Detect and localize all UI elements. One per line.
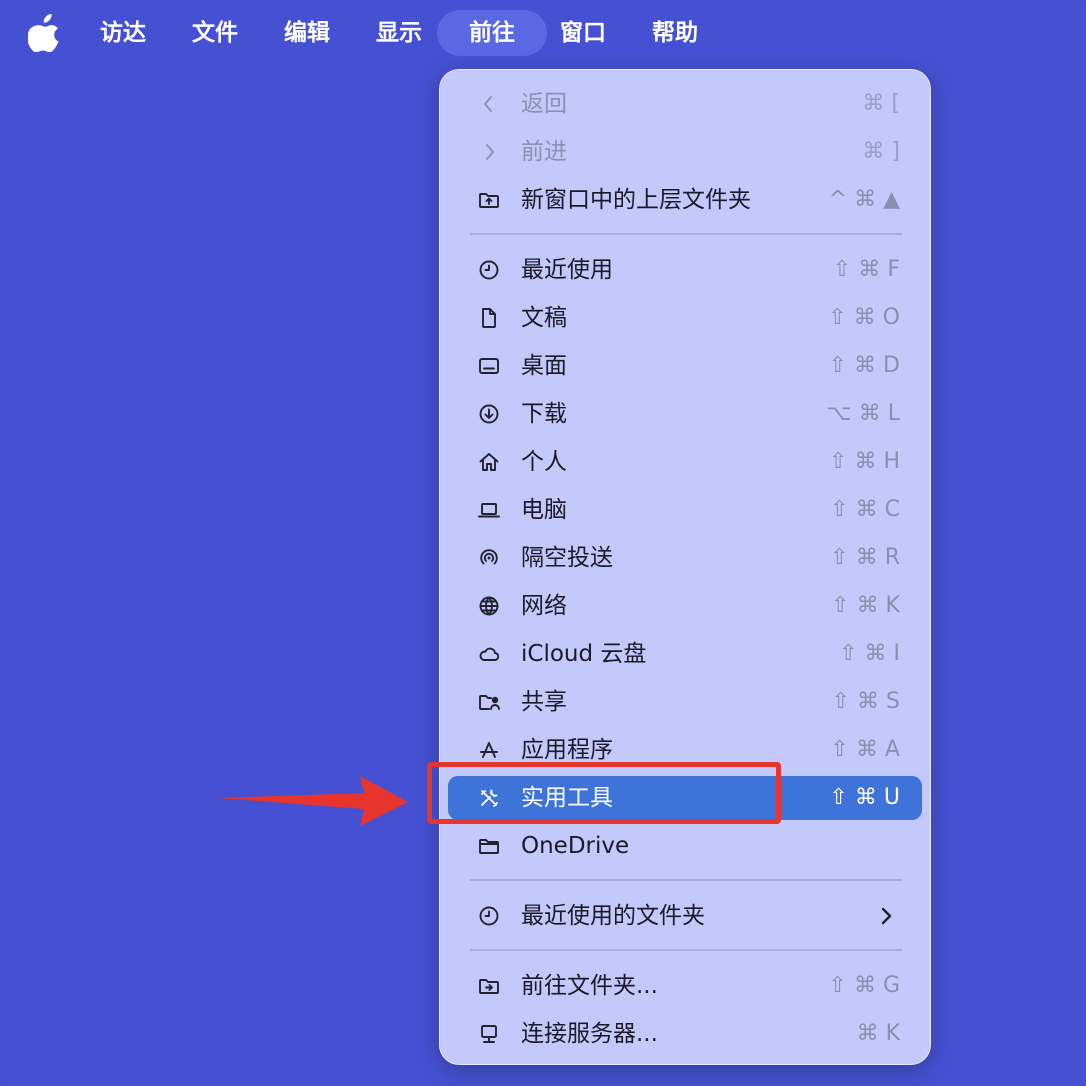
menu-item-shortcut: ⌘ ] [862, 139, 900, 164]
globe-icon [476, 593, 502, 619]
menu-item-label: 返回 [521, 91, 567, 117]
document-icon [476, 305, 502, 331]
menu-item-label: 电脑 [521, 497, 567, 523]
menu-item-shortcut: ⇧ ⌘ I [839, 641, 900, 666]
menu-item-shortcut: ⇧ ⌘ U [829, 785, 900, 810]
home-icon [476, 449, 502, 475]
menu-separator [470, 879, 902, 881]
menu-item[interactable]: 最近使用 ⇧ ⌘ F [448, 248, 922, 292]
menu-separator [470, 949, 902, 951]
menu-item-label: 最近使用的文件夹 [521, 903, 705, 929]
desktop-background: 访达 文件 编辑 显示 前往 窗口 帮助 返回 ⌘ [ 前进 ⌘ ] 新窗口中的上层文件夹 ^ ⌘ ▲… [0, 0, 1086, 1086]
menu-item-shortcut: ⌘ [ [862, 91, 900, 116]
menu-separator [470, 233, 902, 235]
menu-item-label: 前往文件夹... [521, 973, 658, 999]
menu-item-shortcut: ⌘ K [856, 1021, 900, 1046]
chevron-right-icon [476, 139, 502, 165]
menu-item: 返回 ⌘ [ [448, 82, 922, 126]
menu-item[interactable]: 隔空投送 ⇧ ⌘ R [448, 536, 922, 580]
menu-item-label: 下载 [521, 401, 567, 427]
cloud-icon [476, 641, 502, 667]
menu-item-shortcut: ⇧ ⌘ R [830, 545, 900, 570]
menu-item[interactable]: 前往文件夹... ⇧ ⌘ G [448, 964, 922, 1008]
laptop-icon [476, 497, 502, 523]
menu-help[interactable]: 帮助 [636, 10, 714, 56]
menu-item-label: 最近使用 [521, 257, 613, 283]
go-menu-dropdown: 返回 ⌘ [ 前进 ⌘ ] 新窗口中的上层文件夹 ^ ⌘ ▲ 最近使用 ⇧ ⌘ F 文稿 ⇧ ⌘ … [439, 69, 931, 1065]
airdrop-icon [476, 545, 502, 571]
menu-item-shortcut: ⇧ ⌘ G [828, 973, 900, 998]
shared-folder-icon [476, 689, 502, 715]
menu-item[interactable]: 电脑 ⇧ ⌘ C [448, 488, 922, 532]
menu-item-shortcut: ⇧ ⌘ C [830, 497, 900, 522]
menu-item-shortcut: ⇧ ⌘ A [830, 737, 900, 762]
applications-icon [476, 737, 502, 763]
go-folder-icon [476, 973, 502, 999]
menu-item-label: 网络 [521, 593, 567, 619]
download-icon [476, 401, 502, 427]
menu-finder[interactable]: 访达 [84, 10, 162, 56]
menu-item[interactable]: 个人 ⇧ ⌘ H [448, 440, 922, 484]
menu-item[interactable]: 新窗口中的上层文件夹 ^ ⌘ ▲ [448, 178, 922, 222]
menu-item[interactable]: 连接服务器... ⌘ K [448, 1012, 922, 1056]
menu-item[interactable]: 下载 ⌥ ⌘ L [448, 392, 922, 436]
menu-item-shortcut: ⇧ ⌘ K [831, 593, 900, 618]
menu-bar: 访达 文件 编辑 显示 前往 窗口 帮助 [0, 0, 1086, 66]
server-icon [476, 1021, 502, 1047]
menu-file[interactable]: 文件 [176, 10, 254, 56]
menu-item[interactable]: 共享 ⇧ ⌘ S [448, 680, 922, 724]
menu-item[interactable]: 文稿 ⇧ ⌘ O [448, 296, 922, 340]
menu-item-shortcut: ⇧ ⌘ H [829, 449, 900, 474]
menu-go[interactable]: 前往 [437, 10, 547, 56]
menu-item-shortcut: ⇧ ⌘ O [828, 305, 900, 330]
menu-item-label: 隔空投送 [521, 545, 613, 571]
menu-item-label: 前进 [521, 139, 567, 165]
menu-view[interactable]: 显示 [360, 10, 438, 56]
clock-icon [476, 903, 502, 929]
submenu-chevron-icon [874, 904, 898, 928]
menu-item-shortcut: ⌥ ⌘ L [826, 401, 900, 426]
menu-item: 前进 ⌘ ] [448, 130, 922, 174]
desktop-icon [476, 353, 502, 379]
menu-item-label: 文稿 [521, 305, 567, 331]
menu-window[interactable]: 窗口 [544, 10, 622, 56]
menu-item-label: 桌面 [521, 353, 567, 379]
clock-icon [476, 257, 502, 283]
menu-item[interactable]: 网络 ⇧ ⌘ K [448, 584, 922, 628]
menu-item-label: 连接服务器... [521, 1021, 658, 1047]
menu-item-label: 新窗口中的上层文件夹 [521, 187, 751, 213]
menu-item[interactable]: 桌面 ⇧ ⌘ D [448, 344, 922, 388]
menu-item-shortcut: ⇧ ⌘ S [831, 689, 900, 714]
menu-item-shortcut: ^ ⌘ ▲ [828, 187, 900, 212]
menu-edit[interactable]: 编辑 [268, 10, 346, 56]
annotation-highlight-box [427, 762, 781, 824]
menu-item-label: OneDrive [521, 833, 630, 859]
menu-item-shortcut: ⇧ ⌘ D [828, 353, 900, 378]
chevron-left-icon [476, 91, 502, 117]
menu-item[interactable]: 最近使用的文件夹 [448, 894, 922, 938]
menu-item-label: 共享 [521, 689, 567, 715]
menu-item[interactable]: iCloud 云盘 ⇧ ⌘ I [448, 632, 922, 676]
menu-item[interactable]: OneDrive [448, 824, 922, 868]
annotation-arrow-icon [218, 776, 408, 826]
menu-item-shortcut: ⇧ ⌘ F [832, 257, 900, 282]
apple-logo-icon[interactable] [27, 12, 62, 53]
menu-item-label: 个人 [521, 449, 567, 475]
folder-up-icon [476, 187, 502, 213]
folder-icon [476, 833, 502, 859]
menu-item-label: iCloud 云盘 [521, 641, 647, 667]
